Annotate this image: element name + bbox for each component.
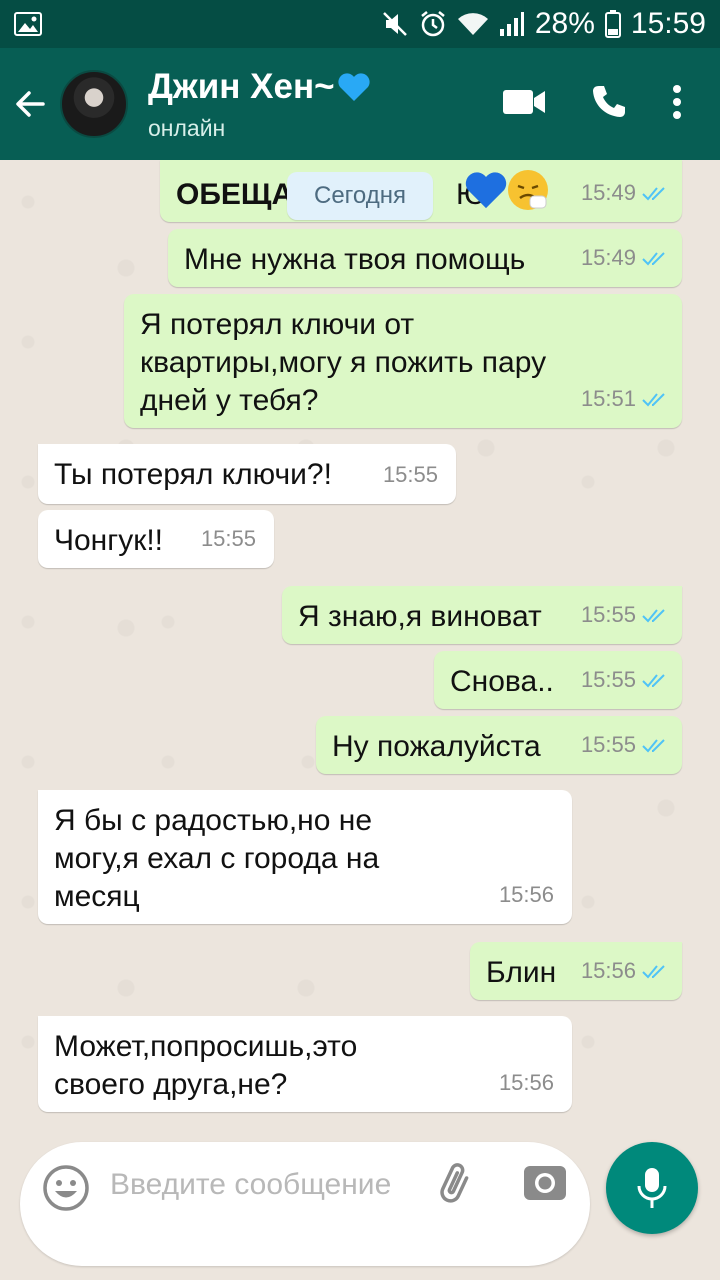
message-text: ОБЕЩА xyxy=(176,178,294,211)
voice-record-button[interactable] xyxy=(606,1142,698,1234)
message-text: Я потерял ключи от квартиры,могу я пожит… xyxy=(140,308,547,417)
message-text: Снова.. xyxy=(450,665,554,698)
emoji-icon xyxy=(43,1165,89,1211)
message-time: 15:56 xyxy=(580,958,636,983)
clock: 15:59 xyxy=(630,7,706,40)
message-time: 15:56 xyxy=(498,882,554,907)
contact-info[interactable]: Джин Хен~ онлайн xyxy=(148,67,502,142)
message-text: Чонгук!! xyxy=(54,524,163,557)
microphone-icon xyxy=(637,1168,667,1208)
video-camera-icon xyxy=(503,89,545,114)
voice-call-button[interactable] xyxy=(590,83,628,126)
message-bubble[interactable]: Может,попросишь,это своего друга,не? 15:… xyxy=(38,1016,572,1112)
message-text: Ну пожалуйста xyxy=(332,730,541,763)
battery-icon xyxy=(604,10,621,38)
wifi-icon xyxy=(457,11,489,37)
paperclip-icon xyxy=(440,1163,469,1203)
double-check-icon xyxy=(642,965,665,979)
message-input[interactable]: Введите сообщение xyxy=(110,1164,410,1206)
attach-button[interactable] xyxy=(432,1160,480,1213)
message-bubble[interactable]: Я потерял ключи от квартиры,могу я пожит… xyxy=(124,294,682,428)
message-bubble[interactable]: Ты потерял ключи?! 15:55 xyxy=(38,444,456,504)
double-check-icon xyxy=(642,609,665,623)
camera-button[interactable] xyxy=(522,1160,568,1211)
message-time: 15:55 xyxy=(382,462,438,487)
more-vert-icon xyxy=(673,84,681,119)
video-call-button[interactable] xyxy=(502,87,546,122)
emoji-button[interactable] xyxy=(42,1164,90,1217)
avatar[interactable] xyxy=(60,70,128,138)
signal-icon xyxy=(499,11,525,37)
message-time: 15:55 xyxy=(200,526,256,551)
message-text: Может,попросишь,это своего друга,не? xyxy=(54,1030,358,1101)
phone-icon xyxy=(593,85,625,117)
message-text: Ты потерял ключи?! xyxy=(54,458,332,491)
message-bubble[interactable]: Чонгук!! 15:55 xyxy=(38,510,274,568)
sneezing-face-icon xyxy=(508,170,548,210)
battery-percent: 28% xyxy=(534,7,595,40)
message-text: Мне нужна твоя помощь xyxy=(184,243,526,276)
blue-heart-icon xyxy=(337,72,370,101)
message-time: 15:51 xyxy=(580,386,636,411)
double-check-icon xyxy=(642,739,665,753)
message-bubble[interactable]: Снова.. 15:55 xyxy=(434,651,682,709)
status-bar: 28% 15:59 xyxy=(0,0,720,48)
message-bubble[interactable]: Я знаю,я виноват 15:55 xyxy=(282,586,682,644)
message-time: 15:55 xyxy=(580,732,636,757)
message-bubble[interactable]: Мне нужна твоя помощь 15:49 xyxy=(168,229,682,287)
message-bubble[interactable]: Я бы с радостью,но не могу,я ехал с горо… xyxy=(38,790,572,924)
arrow-left-icon xyxy=(16,91,45,117)
gallery-notification-icon xyxy=(14,12,42,36)
message-text: Я бы с радостью,но не могу,я ехал с горо… xyxy=(54,804,380,913)
back-button[interactable] xyxy=(0,48,60,160)
menu-button[interactable] xyxy=(672,84,682,125)
contact-status: онлайн xyxy=(148,114,226,141)
double-check-icon xyxy=(642,393,665,407)
alarm-icon xyxy=(419,10,447,38)
message-bubble[interactable]: Блин 15:56 xyxy=(470,942,682,1000)
message-time: 15:49 xyxy=(580,245,636,270)
camera-icon xyxy=(524,1166,566,1200)
double-check-icon xyxy=(642,252,665,266)
date-chip: Сегодня xyxy=(287,172,433,220)
double-check-icon xyxy=(642,674,665,688)
message-time: 15:55 xyxy=(580,602,636,627)
message-time: 15:55 xyxy=(580,667,636,692)
mute-icon xyxy=(381,10,409,38)
blue-heart-icon xyxy=(465,172,507,209)
contact-name: Джин Хен~ xyxy=(148,66,335,106)
message-text: Я знаю,я виноват xyxy=(298,600,542,633)
message-bubble[interactable]: Ну пожалуйста 15:55 xyxy=(316,716,682,774)
double-check-icon xyxy=(642,187,665,201)
chat-header: Джин Хен~ онлайн xyxy=(0,48,720,160)
message-text: Блин xyxy=(486,956,557,989)
message-time: 15:49 xyxy=(580,180,636,205)
message-time: 15:56 xyxy=(498,1070,554,1095)
